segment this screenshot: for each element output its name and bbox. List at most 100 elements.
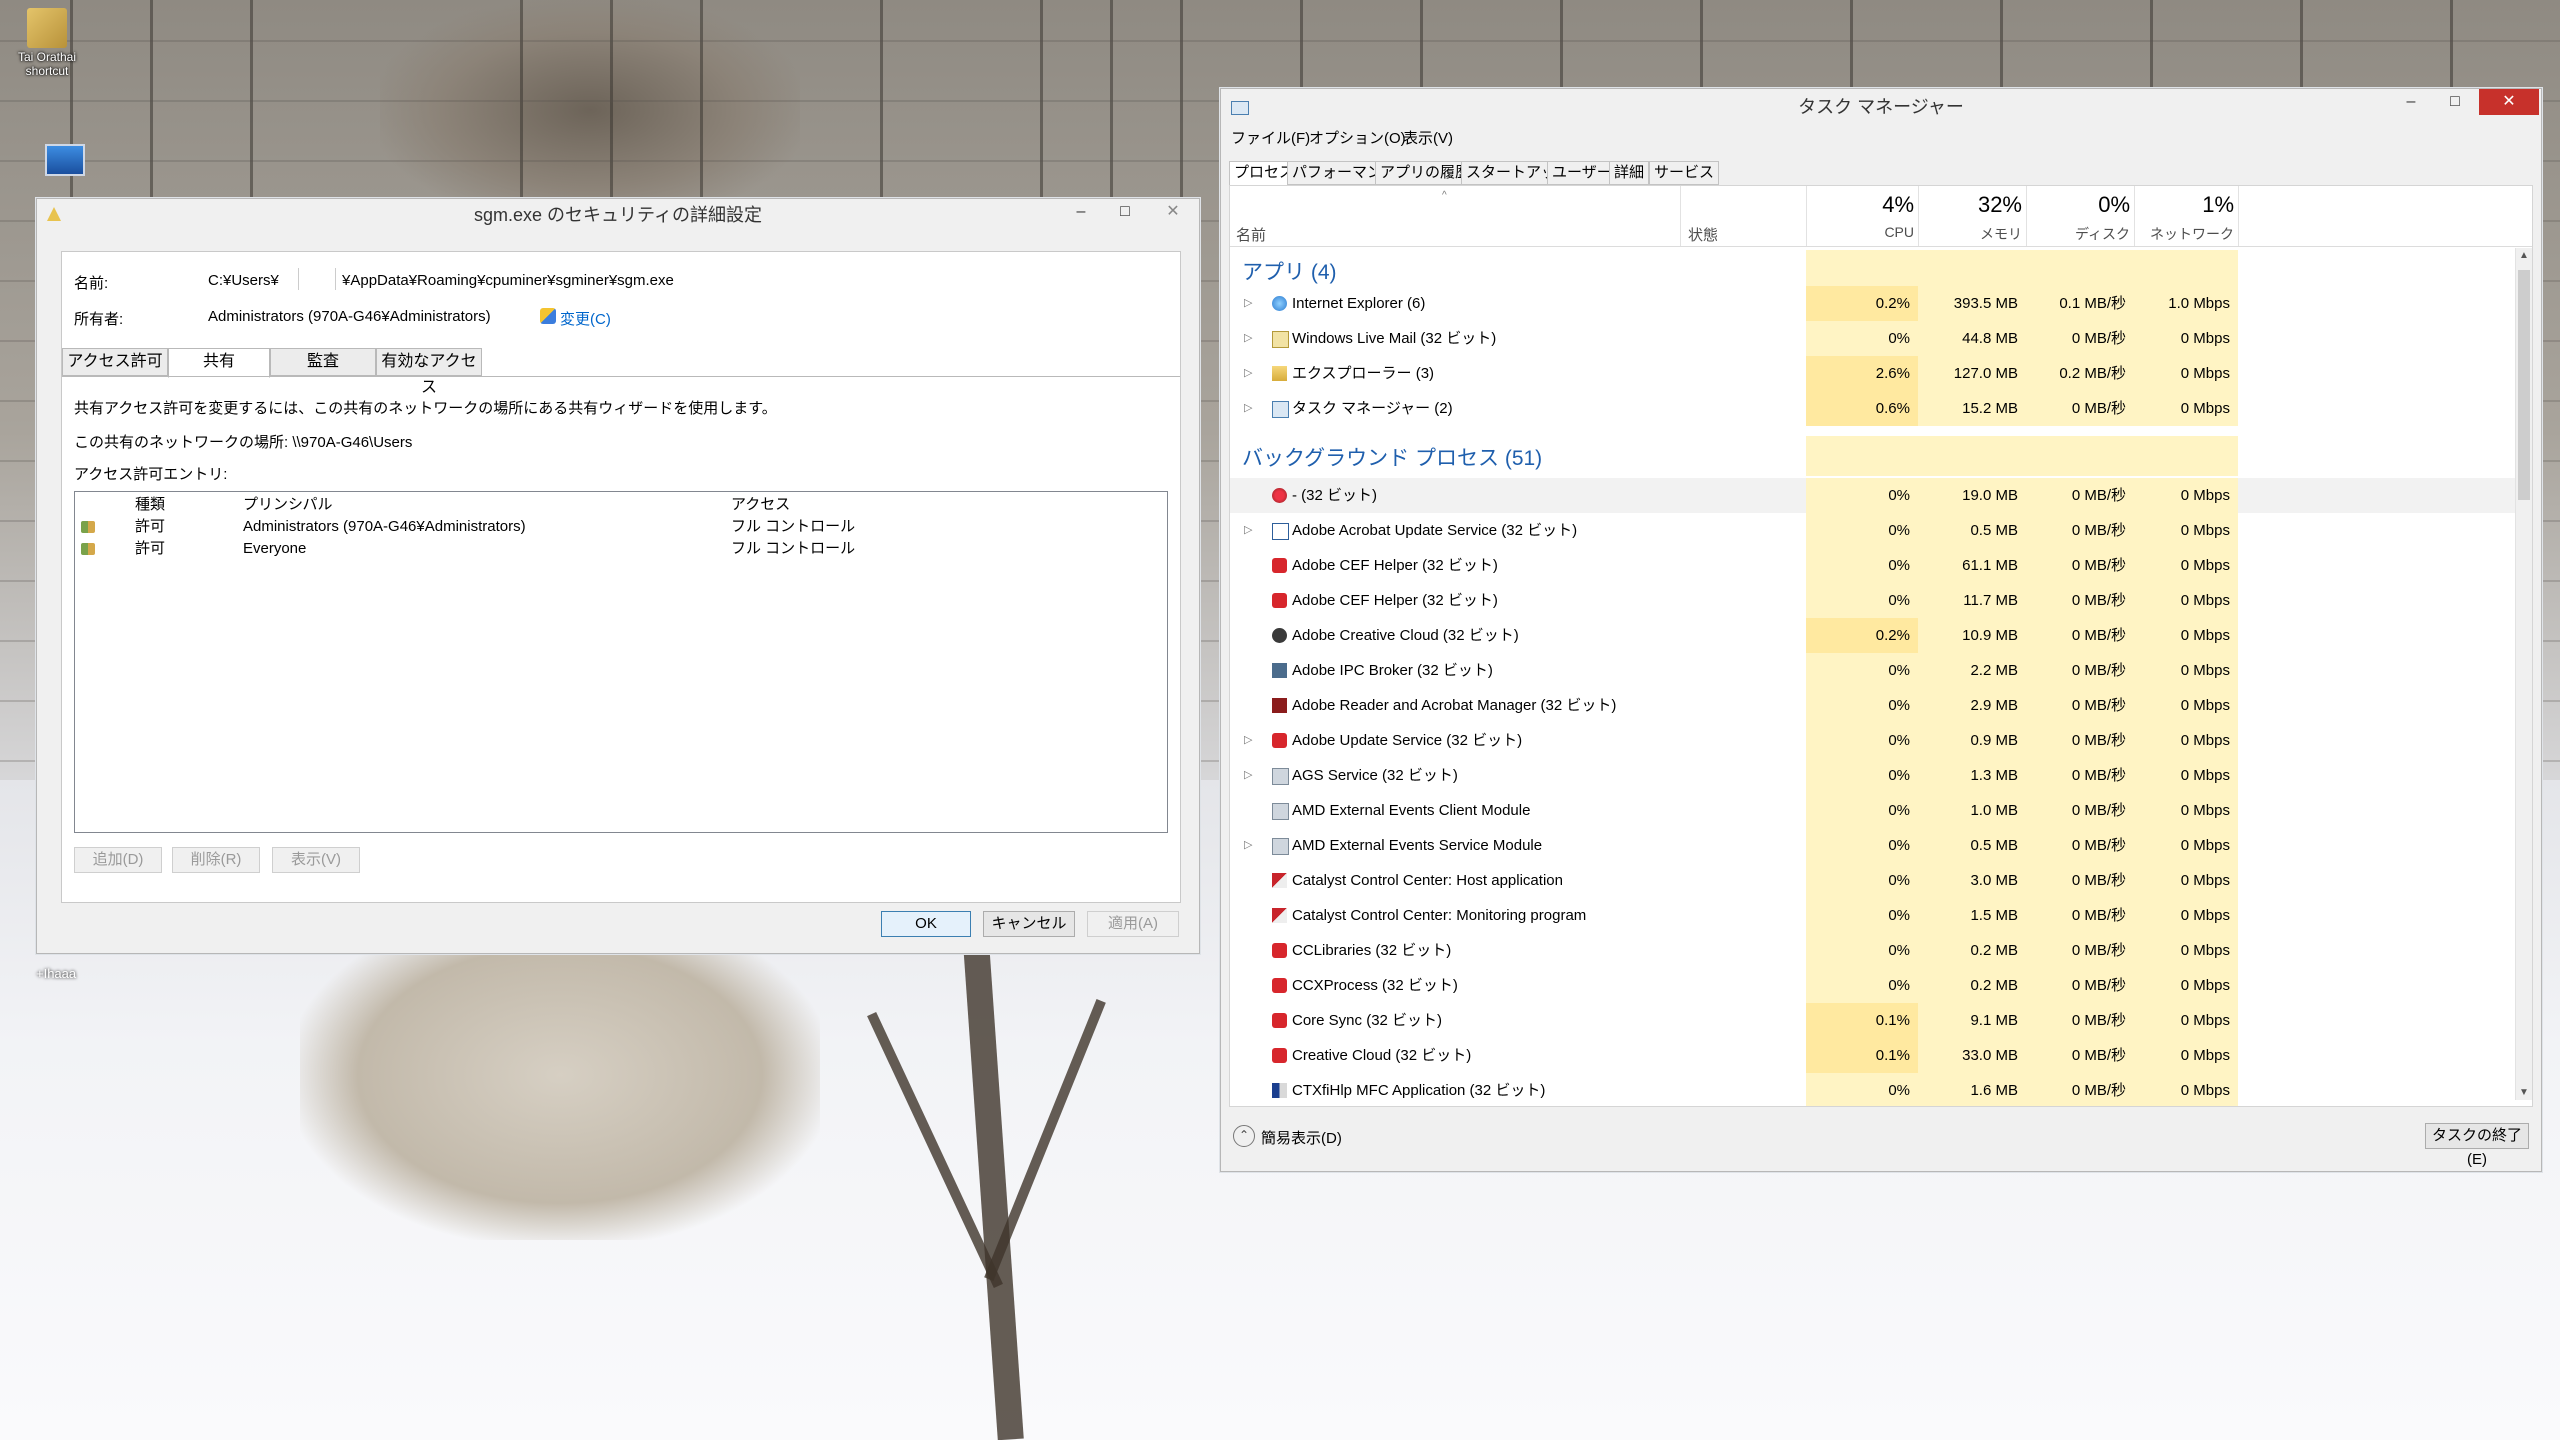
catalyst-icon bbox=[1272, 908, 1287, 923]
col-principal[interactable]: プリンシパル bbox=[243, 494, 333, 516]
task-manager-titlebar[interactable]: タスク マネージャー – □ ✕ bbox=[1221, 89, 2541, 125]
col-name[interactable]: 名前 bbox=[1236, 224, 1266, 245]
tab-details[interactable]: 詳細 bbox=[1609, 161, 1650, 185]
scroll-up-icon[interactable]: ▲ bbox=[2519, 250, 2529, 261]
share-info-text: 共有アクセス許可を変更するには、この共有のネットワークの場所にある共有ウィザード… bbox=[74, 400, 777, 417]
list-item[interactable]: 許可 Administrators (970A-G46¥Administrato… bbox=[75, 516, 1167, 538]
scroll-down-icon[interactable]: ▼ bbox=[2519, 1087, 2529, 1098]
folder-shortcut-icon bbox=[27, 8, 67, 48]
table-row[interactable]: Adobe Reader and Acrobat Manager (32 ビット… bbox=[1230, 688, 2516, 723]
close-button[interactable]: ✕ bbox=[2479, 89, 2539, 115]
table-row[interactable]: Creative Cloud (32 ビット) 0.1% 33.0 MB 0 MB/秒… bbox=[1230, 1038, 2516, 1073]
minimize-button[interactable]: – bbox=[1059, 199, 1103, 225]
expand-arrow-icon[interactable]: ▷ bbox=[1244, 356, 1252, 391]
col-network[interactable]: ネットワーク bbox=[2134, 224, 2234, 244]
tab-users[interactable]: ユーザー bbox=[1547, 161, 1617, 185]
expand-arrow-icon[interactable]: ▷ bbox=[1244, 723, 1252, 758]
expand-arrow-icon[interactable]: ▷ bbox=[1244, 828, 1252, 863]
maximize-button[interactable]: □ bbox=[1103, 199, 1147, 225]
table-row[interactable]: ▷ Internet Explorer (6) 0.2% 393.5 MB 0.1 MB… bbox=[1230, 286, 2516, 321]
network-total[interactable]: 1% bbox=[2134, 192, 2234, 218]
table-row[interactable]: CCLibraries (32 ビット) 0% 0.2 MB 0 MB/秒 0 Mbps bbox=[1230, 933, 2516, 968]
table-row[interactable]: ▷ Adobe Update Service (32 ビット) 0% 0.9 MB 0 … bbox=[1230, 723, 2516, 758]
table-row[interactable]: ▷ AGS Service (32 ビット) 0% 1.3 MB 0 MB/秒 0 Mbp… bbox=[1230, 758, 2516, 793]
list-item[interactable]: 許可 Everyone フル コントロール bbox=[75, 538, 1167, 560]
cpu-total[interactable]: 4% bbox=[1806, 192, 1914, 218]
wallpaper-branch bbox=[984, 999, 1106, 1281]
change-owner-link[interactable]: 変更(C) bbox=[560, 308, 611, 329]
view-button[interactable]: 表示(V) bbox=[272, 847, 360, 873]
col-cpu[interactable]: CPU bbox=[1806, 224, 1914, 240]
memory-total[interactable]: 32% bbox=[1918, 192, 2022, 218]
table-row[interactable]: Adobe IPC Broker (32 ビット) 0% 2.2 MB 0 MB/秒 0… bbox=[1230, 653, 2516, 688]
table-row[interactable]: ▷ タスク マネージャー (2) 0.6% 15.2 MB 0 MB/秒 0 Mbps bbox=[1230, 391, 2516, 426]
tab-permissions[interactable]: アクセス許可 bbox=[62, 348, 168, 376]
scrollbar-thumb[interactable] bbox=[2518, 270, 2530, 500]
disk-value: 0.2 MB/秒 bbox=[2059, 365, 2126, 382]
expand-arrow-icon[interactable]: ▷ bbox=[1244, 391, 1252, 426]
tab-effective-access[interactable]: 有効なアクセス bbox=[376, 348, 482, 396]
tab-share[interactable]: 共有 bbox=[168, 348, 270, 378]
add-button[interactable]: 追加(D) bbox=[74, 847, 162, 873]
table-row[interactable]: Core Sync (32 ビット) 0.1% 9.1 MB 0 MB/秒 0 Mbps bbox=[1230, 1003, 2516, 1038]
col-status[interactable]: 状態 bbox=[1688, 224, 1718, 245]
menu-view[interactable]: 表示(V) bbox=[1403, 127, 1453, 151]
minimize-button[interactable]: – bbox=[2389, 89, 2433, 115]
entry-type: 許可 bbox=[135, 540, 166, 557]
cpu-value: 2.6% bbox=[1875, 365, 1910, 382]
col-type[interactable]: 種類 bbox=[135, 494, 165, 516]
apply-button[interactable]: 適用(A) bbox=[1087, 911, 1179, 937]
red-app-icon bbox=[1272, 488, 1287, 503]
fewer-details-button[interactable]: 簡易表示(D) bbox=[1261, 1127, 1342, 1148]
cancel-button[interactable]: キャンセル bbox=[983, 911, 1075, 937]
cpu-value: 0% bbox=[1888, 872, 1910, 889]
expand-arrow-icon[interactable]: ▷ bbox=[1244, 286, 1252, 321]
col-access[interactable]: アクセス bbox=[731, 494, 790, 516]
expand-arrow-icon[interactable]: ▷ bbox=[1244, 513, 1252, 548]
cpu-value: 0% bbox=[1888, 697, 1910, 714]
table-row[interactable]: Catalyst Control Center: Host applicatio… bbox=[1230, 863, 2516, 898]
process-list: ^ 名前 状態 4% CPU 32% メモリ 0% ディスク 1% ネットワーク… bbox=[1229, 185, 2533, 1107]
end-task-button[interactable]: タスクの終了(E) bbox=[2425, 1123, 2529, 1168]
tab-app-history[interactable]: アプリの履歴 bbox=[1375, 161, 1476, 185]
table-row[interactable]: CTXfiHlp MFC Application (32 ビット) 0% 1.6 M… bbox=[1230, 1073, 2516, 1106]
table-row[interactable]: CCXProcess (32 ビット) 0% 0.2 MB 0 MB/秒 0 Mbps bbox=[1230, 968, 2516, 1003]
wallpaper-wolf-head bbox=[380, 0, 800, 220]
share-location-text: この共有のネットワークの場所: \\970A-G46\Users bbox=[74, 434, 413, 451]
menu-file[interactable]: ファイル(F) bbox=[1231, 127, 1310, 151]
desktop-shortcut[interactable]: Tai Orathai shortcut bbox=[12, 8, 82, 78]
menu-options[interactable]: オプション(O) bbox=[1309, 127, 1406, 151]
uac-shield-icon bbox=[540, 308, 556, 324]
tab-services[interactable]: サービス bbox=[1649, 161, 1720, 185]
table-row[interactable]: Adobe CEF Helper (32 ビット) 0% 61.1 MB 0 MB/秒… bbox=[1230, 548, 2516, 583]
table-row[interactable]: ▷ Adobe Acrobat Update Service (32 ビット) 0%… bbox=[1230, 513, 2516, 548]
network-value: 0 Mbps bbox=[2180, 365, 2230, 382]
col-memory[interactable]: メモリ bbox=[1918, 224, 2022, 244]
expand-arrow-icon[interactable]: ▷ bbox=[1244, 758, 1252, 793]
close-button[interactable]: ✕ bbox=[1147, 199, 1199, 225]
col-disk[interactable]: ディスク bbox=[2026, 224, 2130, 244]
entry-access: フル コントロール bbox=[731, 540, 856, 557]
wallpaper-fence-wire bbox=[0, 40, 2560, 42]
permission-entries-list[interactable]: 種類 プリンシパル アクセス 許可 Administrators (970A-G… bbox=[74, 491, 1168, 833]
remove-button[interactable]: 削除(R) bbox=[172, 847, 260, 873]
table-row[interactable]: AMD External Events Client Module 0% 1.0 M… bbox=[1230, 793, 2516, 828]
table-row[interactable]: Adobe CEF Helper (32 ビット) 0% 11.7 MB 0 MB/秒… bbox=[1230, 583, 2516, 618]
maximize-button[interactable]: □ bbox=[2433, 89, 2477, 115]
table-row[interactable]: ▷ エクスプローラー (3) 2.6% 127.0 MB 0.2 MB/秒 0 Mbps bbox=[1230, 356, 2516, 391]
table-row[interactable]: - (32 ビット) 0% 19.0 MB 0 MB/秒 0 Mbps bbox=[1230, 478, 2516, 513]
group-header: バックグラウンド プロセス (51) bbox=[1242, 447, 1543, 470]
ok-button[interactable]: OK bbox=[881, 911, 971, 937]
table-row[interactable]: ▷ Windows Live Mail (32 ビット) 0% 44.8 MB 0 MB… bbox=[1230, 321, 2516, 356]
process-name: Adobe Acrobat Update Service (32 ビット) bbox=[1292, 522, 1578, 539]
disk-total[interactable]: 0% bbox=[2026, 192, 2130, 218]
expand-arrow-icon[interactable]: ▷ bbox=[1244, 321, 1252, 356]
table-row[interactable]: Catalyst Control Center: Monitoring prog… bbox=[1230, 898, 2516, 933]
tab-audit[interactable]: 監査 bbox=[270, 348, 376, 376]
vertical-scrollbar[interactable]: ▲ ▼ bbox=[2515, 248, 2532, 1100]
desktop-computer[interactable] bbox=[30, 144, 100, 178]
table-row[interactable]: ▷ AMD External Events Service Module 0% 0.5… bbox=[1230, 828, 2516, 863]
chevron-up-icon[interactable]: ⌃ bbox=[1233, 1125, 1255, 1147]
security-titlebar[interactable]: sgm.exe のセキュリティの詳細設定 – □ ✕ bbox=[37, 199, 1199, 231]
table-row[interactable]: Adobe Creative Cloud (32 ビット) 0.2% 10.9 MB… bbox=[1230, 618, 2516, 653]
